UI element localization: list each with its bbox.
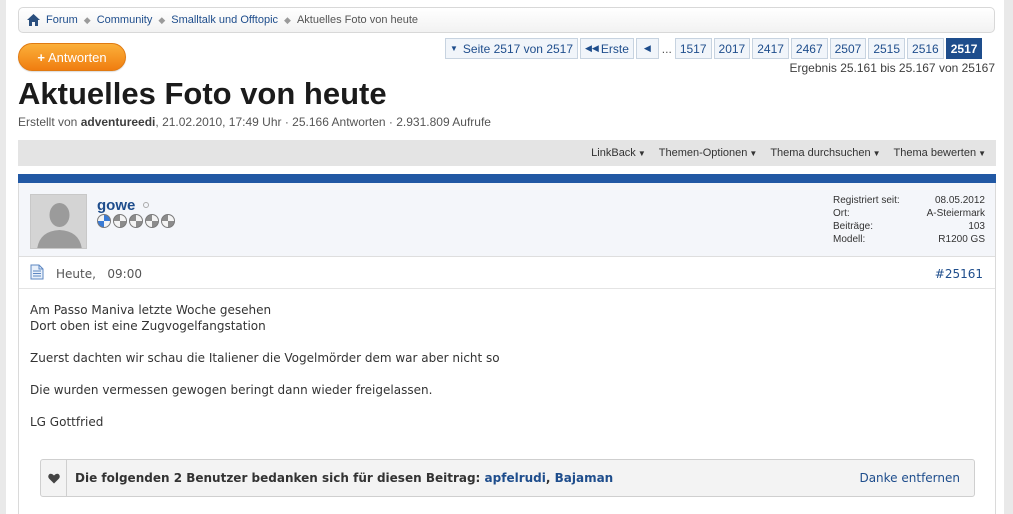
created-prefix: Erstellt von	[18, 115, 81, 129]
page-link[interactable]: 2017	[713, 38, 751, 59]
page-title: Aktuelles Foto von heute	[18, 76, 387, 111]
post-time: 09:00	[107, 267, 142, 281]
page-link[interactable]: 1517	[674, 38, 712, 59]
heart-icon	[41, 460, 67, 496]
rank-badge-icon	[113, 214, 127, 228]
user-rank-icons	[97, 214, 177, 228]
current-page: 2517	[945, 38, 983, 59]
post-username[interactable]: gowe	[97, 197, 135, 214]
post-text-line: LG Gottfried	[30, 415, 104, 429]
breadcrumb-forum[interactable]: Forum	[46, 14, 78, 26]
post-text-line: Zuerst dachten wir schau die Italiener d…	[30, 351, 500, 365]
reply-button[interactable]: + Antworten	[18, 43, 126, 71]
page-link[interactable]: 2507	[829, 38, 867, 59]
chevron-left-icon: ◀	[643, 43, 651, 53]
page-of-label: Seite 2517 von 2517	[462, 41, 574, 56]
thanks-user-link[interactable]: apfelrudi	[485, 471, 546, 485]
thanks-separator: ,	[545, 471, 551, 485]
stat-value: 103	[968, 221, 985, 232]
results-count: Ergebnis 25.161 bis 25.167 von 25167	[789, 61, 996, 75]
page-link[interactable]: 2515	[868, 38, 906, 59]
breadcrumb-separator-icon: ◆	[83, 14, 91, 25]
stat-value: 08.05.2012	[934, 195, 985, 206]
thread-tools-bar: LinkBack ▼ Themen-Optionen ▼ Thema durchsu…	[18, 140, 996, 166]
caret-down-icon: ▼	[450, 44, 458, 53]
user-stat-row: Registriert seit: 08.05.2012	[833, 194, 985, 207]
post-number-link[interactable]: #25161	[935, 267, 983, 281]
post: gowe Registriert seit: 08.05.2012 Ort: A-S…	[18, 183, 996, 514]
offline-status-icon	[143, 202, 149, 208]
rate-thread-label: Thema bewerten	[893, 147, 977, 159]
pagination: ▼ Seite 2517 von 2517 ◀◀ Erste ◀ ... 151…	[445, 38, 984, 59]
user-stat-row: Ort: A-Steiermark	[833, 207, 985, 220]
breadcrumb-separator-icon: ◆	[284, 14, 291, 25]
rank-badge-icon	[161, 214, 175, 228]
caret-down-icon: ▼	[872, 149, 881, 158]
breadcrumb-smalltalk[interactable]: Smalltalk und Offtopic	[171, 14, 278, 26]
page-link[interactable]: 2467	[790, 38, 828, 59]
thanks-text: Die folgenden 2 Benutzer bedanken sich f…	[75, 471, 613, 485]
stat-value: A-Steiermark	[926, 208, 985, 219]
linkback-menu[interactable]: LinkBack ▼	[591, 147, 646, 159]
first-page-button[interactable]: ◀◀ Erste	[580, 38, 634, 59]
pagination-dots: ...	[661, 41, 672, 56]
linkback-label: LinkBack	[591, 147, 636, 159]
search-thread-label: Thema durchsuchen	[770, 147, 871, 159]
breadcrumb-current: Aktuelles Foto von heute	[296, 14, 419, 26]
post-top-bar	[18, 174, 996, 183]
rank-badge-icon	[129, 214, 143, 228]
thanks-label: Die folgenden 2 Benutzer bedanken sich f…	[75, 471, 481, 485]
rate-thread-menu[interactable]: Thema bewerten ▼	[894, 147, 986, 159]
created-suffix: , 21.02.2010, 17:49 Uhr · 25.166 Antwort…	[155, 115, 491, 129]
post-text-line: Am Passo Maniva letzte Woche gesehen	[30, 303, 272, 317]
caret-down-icon: ▼	[978, 149, 986, 158]
page-link[interactable]: 2516	[907, 38, 944, 59]
post-message: Am Passo Maniva letzte Woche gesehen Dor…	[30, 302, 500, 430]
document-icon	[30, 264, 44, 280]
breadcrumb-separator-icon: ◆	[158, 14, 166, 25]
remove-thanks-button[interactable]: Danke entfernen	[859, 471, 960, 485]
double-chevron-left-icon: ◀◀	[585, 43, 599, 53]
post-date-label: Heute,	[56, 267, 96, 281]
page: Forum ◆ Community ◆ Smalltalk und Offtop…	[6, 0, 1004, 514]
thread-options-label: Themen-Optionen	[658, 147, 748, 159]
user-stats: Registriert seit: 08.05.2012 Ort: A-Steier…	[833, 194, 985, 246]
search-thread-menu[interactable]: Thema durchsuchen ▼	[770, 147, 880, 159]
reply-button-label: Antworten	[48, 49, 107, 65]
user-stat-row: Beiträge: 103	[833, 220, 985, 233]
thanks-user-link[interactable]: Bajaman	[555, 471, 614, 485]
post-text-line: Dort oben ist eine Zugvogelfangstation	[30, 319, 266, 333]
stat-label: Ort:	[833, 208, 850, 219]
post-userinfo: gowe Registriert seit: 08.05.2012 Ort: A-S…	[19, 183, 995, 257]
default-avatar-icon	[31, 195, 86, 248]
home-icon[interactable]	[27, 14, 40, 26]
stat-label: Modell:	[833, 234, 866, 245]
thread-options-menu[interactable]: Themen-Optionen ▼	[659, 147, 758, 159]
thanks-box: Die folgenden 2 Benutzer bedanken sich f…	[40, 459, 975, 497]
page-jump-dropdown[interactable]: ▼ Seite 2517 von 2517	[445, 38, 579, 59]
stat-label: Registriert seit:	[833, 195, 900, 206]
stat-label: Beiträge:	[833, 221, 874, 232]
post-text-line: Die wurden vermessen gewogen beringt dan…	[30, 383, 433, 397]
breadcrumb-community[interactable]: Community	[97, 14, 153, 26]
post-date: Heute, 09:00	[56, 267, 142, 281]
first-page-label: Erste	[600, 41, 629, 56]
rank-badge-icon	[97, 214, 111, 228]
page-link[interactable]: 2417	[752, 38, 789, 59]
plus-icon: +	[37, 49, 46, 65]
thread-author: adventureedi	[80, 115, 156, 129]
rank-badge-icon	[145, 214, 159, 228]
thread-meta: Erstellt von adventureedi, 21.02.2010, 1…	[18, 115, 491, 129]
breadcrumb: Forum ◆ Community ◆ Smalltalk und Offtop…	[18, 7, 995, 33]
prev-page-button[interactable]: ◀	[635, 38, 659, 59]
avatar[interactable]	[30, 194, 87, 249]
caret-down-icon: ▼	[637, 149, 646, 158]
post-header: Heute, 09:00 #25161	[19, 257, 995, 289]
user-stat-row: Modell: R1200 GS	[833, 233, 985, 246]
caret-down-icon: ▼	[749, 149, 758, 158]
stat-value: R1200 GS	[938, 234, 985, 245]
